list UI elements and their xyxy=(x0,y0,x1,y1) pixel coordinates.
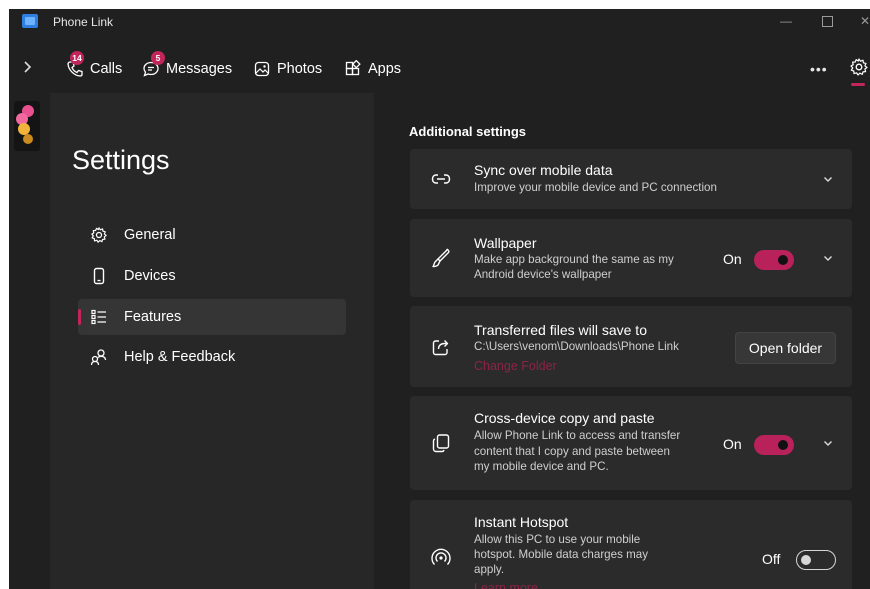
card-description: Allow Phone Link to access and transfer xyxy=(474,429,681,442)
gear-icon xyxy=(850,58,868,76)
share-icon xyxy=(430,336,452,358)
transfer-location-card: Transferred files will save to C:\Users\… xyxy=(410,306,852,387)
phone-link-logo-icon xyxy=(22,14,38,28)
gear-icon xyxy=(90,226,108,244)
hotspot-icon xyxy=(430,546,452,568)
maximize-icon xyxy=(821,16,833,28)
apps-icon xyxy=(344,60,362,78)
copy-icon xyxy=(430,432,452,454)
toggle-state-label: On xyxy=(723,436,742,452)
message-icon: 5 xyxy=(142,51,165,78)
card-title: Instant Hotspot xyxy=(474,514,569,530)
maximize-button[interactable] xyxy=(817,11,837,31)
device-thumbnail[interactable] xyxy=(14,101,40,151)
chevron-right-icon xyxy=(24,61,32,73)
phone-device-icon xyxy=(90,267,108,285)
section-header: Additional settings xyxy=(409,124,526,139)
save-path-text: C:\Users\venom\Downloads\Phone Link xyxy=(474,340,679,353)
card-description: content that I copy and paste between xyxy=(474,445,670,458)
settings-button[interactable] xyxy=(849,57,869,77)
wallpaper-dot xyxy=(23,134,33,144)
tab-calls[interactable]: 14 Calls xyxy=(66,51,123,81)
chevron-down-icon[interactable] xyxy=(822,173,834,185)
sidebar-item-label: Help & Feedback xyxy=(124,349,236,365)
calls-badge: 14 xyxy=(70,51,84,65)
tab-photos[interactable]: Photos xyxy=(253,57,322,81)
brush-icon xyxy=(430,247,452,269)
features-list-icon xyxy=(90,308,108,326)
card-description: Improve your mobile device and PC connec… xyxy=(474,181,717,194)
minimize-button[interactable]: — xyxy=(776,11,796,31)
chevron-down-icon[interactable] xyxy=(822,252,834,264)
sidebar-item-label: General xyxy=(124,227,176,243)
sidebar-item-label: Features xyxy=(124,309,182,325)
sync-mobile-data-card[interactable]: Sync over mobile data Improve your mobil… xyxy=(410,149,852,209)
instant-hotspot-card[interactable]: Instant Hotspot Allow this PC to use you… xyxy=(410,500,852,589)
tab-messages-label: Messages xyxy=(166,61,233,77)
tab-apps[interactable]: Apps xyxy=(344,57,401,81)
tab-photos-label: Photos xyxy=(277,61,323,77)
change-folder-link[interactable]: Change Folder xyxy=(474,359,557,373)
page-title: Settings xyxy=(72,145,170,175)
card-title: Cross-device copy and paste xyxy=(474,410,655,426)
more-options-button[interactable]: ••• xyxy=(810,61,828,77)
app-window: Phone Link — ✕ 14 Calls 5 Messages Photo… xyxy=(9,9,870,589)
settings-active-indicator xyxy=(851,83,865,86)
hotspot-toggle[interactable] xyxy=(796,550,836,570)
open-folder-button[interactable]: Open folder xyxy=(735,332,836,364)
sidebar-item-general[interactable]: General xyxy=(78,217,346,253)
card-description: hotspot. Mobile data charges may xyxy=(474,548,649,561)
tab-apps-label: Apps xyxy=(368,61,402,77)
close-button[interactable]: ✕ xyxy=(855,11,870,31)
selected-indicator xyxy=(78,309,81,325)
window-title: Phone Link xyxy=(53,15,114,29)
settings-sidebar: Settings General Devices Features Help &… xyxy=(50,93,374,589)
wallpaper-toggle[interactable] xyxy=(754,250,794,270)
device-rail xyxy=(9,93,47,589)
photo-icon xyxy=(253,60,271,78)
sidebar-item-devices[interactable]: Devices xyxy=(78,258,346,294)
chevron-down-icon[interactable] xyxy=(822,437,834,449)
toggle-state-label: Off xyxy=(762,551,781,567)
wallpaper-card[interactable]: Wallpaper Make app background the same a… xyxy=(410,219,852,297)
card-title: Wallpaper xyxy=(474,235,537,251)
title-bar: Phone Link — ✕ xyxy=(9,9,870,35)
phone-icon: 14 xyxy=(66,51,84,78)
cross-device-copy-card[interactable]: Cross-device copy and paste Allow Phone … xyxy=(410,396,852,490)
people-feedback-icon xyxy=(90,348,108,366)
tab-messages[interactable]: 5 Messages xyxy=(142,51,233,81)
tab-calls-label: Calls xyxy=(90,61,123,77)
toggle-state-label: On xyxy=(723,251,742,267)
messages-badge: 5 xyxy=(151,51,165,65)
settings-content: Additional settings Sync over mobile dat… xyxy=(376,93,870,589)
copy-paste-toggle[interactable] xyxy=(754,435,794,455)
learn-more-link[interactable]: Learn more xyxy=(474,581,538,589)
top-nav: 14 Calls 5 Messages Photos Apps ••• xyxy=(9,43,870,93)
card-description: Android device's wallpaper xyxy=(474,268,612,281)
card-title: Sync over mobile data xyxy=(474,162,613,178)
link-icon xyxy=(430,168,452,190)
card-description: Make app background the same as my xyxy=(474,253,674,266)
card-description: Allow this PC to use your mobile xyxy=(474,533,641,546)
sidebar-item-label: Devices xyxy=(124,268,176,284)
card-title: Transferred files will save to xyxy=(474,322,647,338)
sidebar-item-help-feedback[interactable]: Help & Feedback xyxy=(78,339,346,375)
card-description: my mobile device and PC. xyxy=(474,460,609,473)
card-description: apply. xyxy=(474,563,505,576)
expand-sidebar-button[interactable] xyxy=(21,57,37,77)
sidebar-item-features[interactable]: Features xyxy=(78,299,346,335)
